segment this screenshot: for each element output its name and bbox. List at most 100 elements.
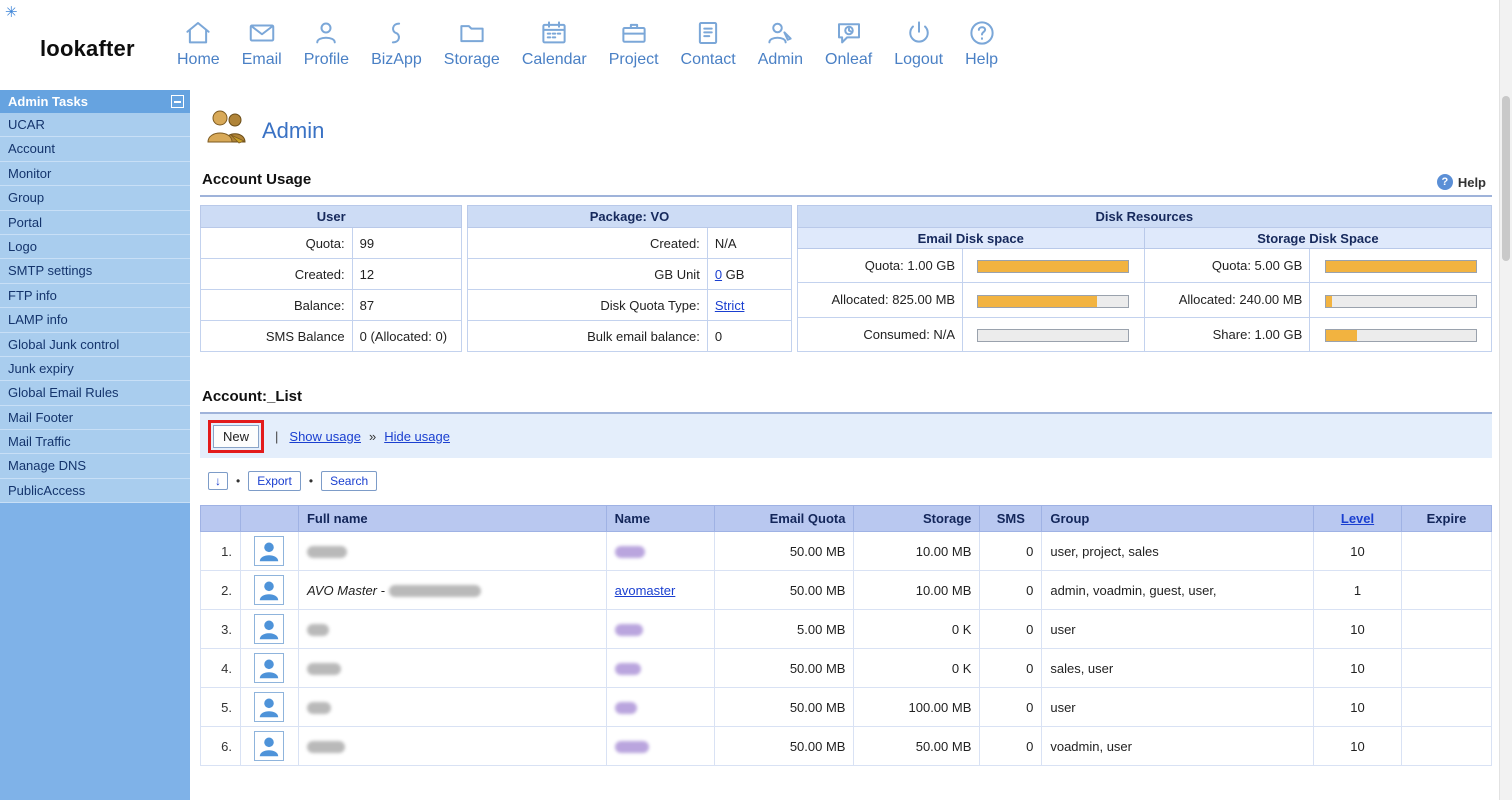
email-quota-cell: 50.00 MB	[714, 571, 854, 610]
disk-bar-track	[977, 260, 1129, 273]
scrollbar-thumb[interactable]	[1502, 96, 1510, 261]
sidebar-item-ftp-info[interactable]: FTP info	[0, 284, 190, 308]
sidebar-item-account[interactable]: Account	[0, 137, 190, 161]
nav-item-contact[interactable]: Contact	[670, 10, 747, 69]
sidebar-item-junk-expiry[interactable]: Junk expiry	[0, 357, 190, 381]
storage-cell: 0 K	[854, 610, 980, 649]
user-avatar-icon[interactable]	[254, 653, 284, 683]
sidebar-item-global-junk-control[interactable]: Global Junk control	[0, 333, 190, 357]
nav-item-label: Contact	[681, 51, 736, 69]
usage-value: 0 (Allocated: 0)	[352, 321, 462, 352]
nav-item-label: BizApp	[371, 51, 422, 69]
nav-item-project[interactable]: Project	[598, 10, 670, 69]
collapse-icon[interactable]	[171, 95, 184, 108]
list-column-header: Name	[606, 506, 714, 532]
search-button[interactable]: Search	[321, 471, 377, 491]
nav-item-onleaf[interactable]: Onleaf	[814, 10, 883, 69]
project-icon	[619, 10, 649, 48]
usage-value: 0 GB	[707, 259, 791, 290]
email-quota-cell: 50.00 MB	[714, 649, 854, 688]
package-value-link[interactable]: Strict	[715, 298, 745, 313]
list-column-header[interactable]: Level	[1314, 506, 1402, 532]
storage-disk-title: Storage Disk Space	[1144, 228, 1491, 249]
user-avatar-icon[interactable]	[254, 614, 284, 644]
new-button[interactable]: New	[213, 425, 259, 448]
vertical-scrollbar[interactable]	[1499, 0, 1512, 800]
expire-cell	[1401, 688, 1491, 727]
name-cell	[606, 649, 714, 688]
hide-usage-link[interactable]: Hide usage	[384, 429, 450, 444]
full-name-cell	[298, 649, 606, 688]
usage-label: Bulk email balance:	[468, 321, 707, 352]
logout-icon	[904, 10, 934, 48]
sidebar-item-monitor[interactable]: Monitor	[0, 162, 190, 186]
name-cell: avomaster	[606, 571, 714, 610]
level-sort-link[interactable]: Level	[1341, 511, 1374, 526]
sidebar-item-group[interactable]: Group	[0, 186, 190, 210]
spark-icon: ✳	[5, 3, 18, 21]
sidebar-item-mail-footer[interactable]: Mail Footer	[0, 406, 190, 430]
sort-button[interactable]: ↓	[208, 472, 228, 490]
home-icon	[183, 10, 213, 48]
full-name-cell	[298, 688, 606, 727]
nav-item-label: Onleaf	[825, 51, 872, 69]
nav-item-admin[interactable]: Admin	[747, 10, 814, 69]
email-icon	[247, 10, 277, 48]
redacted-name	[615, 663, 641, 675]
sidebar-item-manage-dns[interactable]: Manage DNS	[0, 454, 190, 478]
redacted-full-name	[307, 741, 345, 753]
user-avatar-icon[interactable]	[254, 536, 284, 566]
account-usage-header: Account Usage ? Help	[200, 167, 1492, 197]
row-number: 6.	[201, 727, 241, 766]
sidebar-item-publicaccess[interactable]: PublicAccess	[0, 479, 190, 503]
sidebar-title: Admin Tasks	[8, 94, 88, 109]
list-column-header	[240, 506, 298, 532]
redacted-full-name	[307, 546, 347, 558]
account-name-link[interactable]: avomaster	[615, 583, 676, 598]
nav-item-help[interactable]: Help	[954, 10, 1009, 69]
nav-item-label: Home	[177, 51, 220, 69]
package-value-link[interactable]: 0	[715, 267, 722, 282]
sidebar-item-ucar[interactable]: UCAR	[0, 113, 190, 137]
user-avatar-icon[interactable]	[254, 731, 284, 761]
row-number: 5.	[201, 688, 241, 727]
user-avatar-icon[interactable]	[254, 575, 284, 605]
sms-cell: 0	[980, 532, 1042, 571]
name-cell	[606, 532, 714, 571]
account-row: 4. 50.00 MB 0 K 0 sales, user 10	[201, 649, 1492, 688]
nav-item-storage[interactable]: Storage	[433, 10, 511, 69]
sms-cell: 0	[980, 571, 1042, 610]
help-link[interactable]: ? Help	[1437, 174, 1486, 190]
sidebar-item-mail-traffic[interactable]: Mail Traffic	[0, 430, 190, 454]
show-usage-link[interactable]: Show usage	[289, 429, 361, 444]
sidebar-item-logo[interactable]: Logo	[0, 235, 190, 259]
sidebar-item-global-email-rules[interactable]: Global Email Rules	[0, 381, 190, 405]
nav-item-logout[interactable]: Logout	[883, 10, 954, 69]
usage-label: Quota:	[201, 228, 353, 259]
usage-label: Created:	[468, 228, 707, 259]
nav-item-calendar[interactable]: Calendar	[511, 10, 598, 69]
disk-bar-track	[1325, 260, 1477, 273]
user-avatar-icon[interactable]	[254, 692, 284, 722]
sms-cell: 0	[980, 727, 1042, 766]
row-number: 2.	[201, 571, 241, 610]
redacted-full-name	[307, 663, 341, 675]
nav-item-email[interactable]: Email	[231, 10, 293, 69]
nav-item-profile[interactable]: Profile	[293, 10, 360, 69]
sidebar-item-smtp-settings[interactable]: SMTP settings	[0, 259, 190, 283]
nav-item-bizapp[interactable]: BizApp	[360, 10, 433, 69]
disk-usage-table: Disk Resources Email Disk space Storage …	[797, 205, 1492, 352]
account-row: 1. 50.00 MB 10.00 MB 0 user, project, sa…	[201, 532, 1492, 571]
sidebar-item-portal[interactable]: Portal	[0, 211, 190, 235]
export-button[interactable]: Export	[248, 471, 301, 491]
sidebar-item-lamp-info[interactable]: LAMP info	[0, 308, 190, 332]
expire-cell	[1401, 610, 1491, 649]
user-usage-row: Balance: 87	[201, 290, 462, 321]
contact-icon	[693, 10, 723, 48]
nav-item-home[interactable]: Home	[166, 10, 231, 69]
nav-item-label: Profile	[304, 51, 349, 69]
page-title-label: Admin	[262, 118, 324, 144]
storage-cell: 100.00 MB	[854, 688, 980, 727]
usage-label: GB Unit	[468, 259, 707, 290]
list-column-header: SMS	[980, 506, 1042, 532]
